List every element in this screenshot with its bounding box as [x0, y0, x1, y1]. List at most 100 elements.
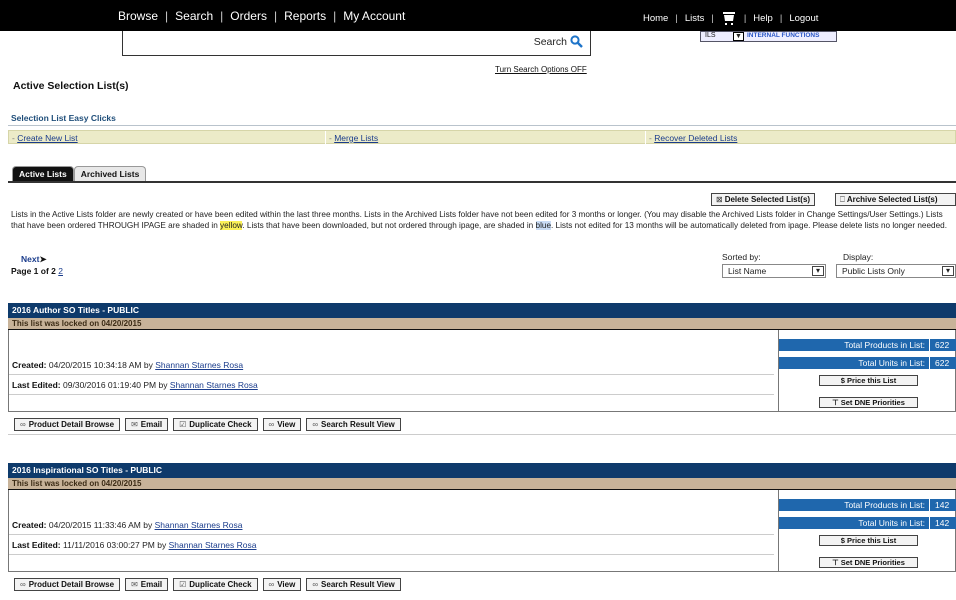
search-button[interactable]: Search	[534, 35, 583, 48]
easy-click-item: - Merge Lists	[329, 133, 379, 143]
nav-home[interactable]: Home	[643, 13, 668, 24]
nav-separator: |	[220, 9, 224, 23]
glasses-icon: ∞	[312, 420, 319, 429]
nav-separator: |	[711, 12, 714, 24]
next-page-link[interactable]: Next➤	[21, 254, 47, 265]
folder-description: Lists in the Active Lists folder are new…	[11, 210, 947, 230]
nav-orders[interactable]: Orders	[230, 9, 267, 23]
glasses-icon: ∞	[312, 580, 319, 589]
total-units-stat: Total Units in List: 622	[779, 357, 956, 369]
price-list-button[interactable]: $ Price this List	[819, 535, 918, 546]
list-details: Created: 04/20/2015 10:34:18 AM by Shann…	[8, 330, 956, 412]
list-lock-notice: This list was locked on 04/20/2015	[8, 478, 956, 490]
total-products-stat: Total Products in List: 142	[779, 499, 956, 511]
envelope-icon: ✉	[131, 420, 138, 429]
easy-click-item: - Recover Deleted Lists	[649, 133, 738, 143]
top-nav-bar: Browse | Search | Orders | Reports | My Acco…	[0, 0, 956, 31]
nav-browse[interactable]: Browse	[118, 9, 158, 23]
internal-functions-link[interactable]: INTERNAL FUNCTIONS	[747, 32, 819, 39]
nav-separator: |	[743, 12, 747, 24]
glasses-icon: ∞	[20, 580, 26, 589]
delete-selected-lists-label: Delete Selected List(s)	[724, 195, 811, 204]
create-new-list-link[interactable]: Create New List	[17, 133, 77, 143]
nav-separator: |	[165, 9, 169, 23]
page-indicator: Page 1 of 2 2	[11, 266, 63, 276]
recover-deleted-lists-link[interactable]: Recover Deleted Lists	[654, 133, 737, 143]
view-button[interactable]: ∞ View	[262, 578, 302, 591]
edited-row: Last Edited: 11/11/2016 03:00:27 PM by S…	[9, 536, 774, 555]
easy-clicks-title: Selection List Easy Clicks	[11, 113, 116, 123]
price-list-button[interactable]: $ Price this List	[819, 375, 918, 386]
nav-reports[interactable]: Reports	[284, 9, 326, 23]
glasses-icon: ∞	[268, 420, 275, 429]
total-units-value: 622	[929, 357, 954, 369]
shopping-cart-icon[interactable]	[721, 10, 737, 26]
nav-separator: |	[273, 9, 278, 23]
chevron-right-icon: ➤	[39, 254, 47, 264]
checklist-icon: ☑	[179, 420, 187, 429]
nav-my-account[interactable]: My Account	[343, 9, 405, 23]
archive-selected-lists-button[interactable]: ⎕ Archive Selected List(s)	[835, 193, 956, 206]
nav-search[interactable]: Search	[175, 9, 213, 23]
tab-archived-lists[interactable]: Archived Lists	[73, 166, 147, 181]
creator-link[interactable]: Shannan Starnes Rosa	[155, 360, 243, 370]
total-products-value: 622	[929, 339, 954, 351]
nav-help[interactable]: Help	[753, 13, 773, 24]
total-units-stat: Total Units in List: 142	[779, 517, 956, 529]
blue-highlight: blue	[535, 220, 551, 230]
view-button[interactable]: ∞ View	[262, 418, 302, 431]
email-button[interactable]: ✉ Email	[125, 578, 169, 591]
nav-separator: |	[333, 9, 337, 23]
envelope-icon: ✉	[131, 580, 138, 589]
created-row: Created: 04/20/2015 10:34:18 AM by Shann…	[9, 356, 774, 375]
main-nav: Browse | Search | Orders | Reports | My Acco…	[118, 9, 405, 23]
easy-clicks-row: - Create New List - Merge Lists - Recove…	[8, 130, 956, 144]
delete-selected-lists-button[interactable]: ⊠ Delete Selected List(s)	[711, 193, 816, 206]
nav-separator: |	[779, 12, 783, 24]
display-select-value: Public Lists Only	[842, 266, 905, 276]
list-actions: ∞ Product Detail Browse ✉ Email ☑ Duplicate…	[8, 418, 401, 432]
product-detail-browse-button[interactable]: ∞ Product Detail Browse	[14, 578, 121, 591]
search-scope-select[interactable]: ILS ▼ INTERNAL FUNCTIONS	[700, 31, 837, 42]
set-dne-priorities-button[interactable]: ⊤ Set DNE Priorities	[819, 397, 918, 408]
tabs-underline	[8, 181, 956, 183]
nav-lists[interactable]: Lists	[685, 13, 705, 24]
chevron-down-icon[interactable]: ▼	[733, 32, 744, 41]
nav-separator: |	[675, 12, 678, 24]
set-dne-priorities-button[interactable]: ⊤ Set DNE Priorities	[819, 557, 918, 568]
list-title[interactable]: 2016 Author SO Titles - PUBLIC	[8, 303, 956, 318]
created-row: Created: 04/20/2015 11:33:46 AM by Shann…	[9, 516, 774, 535]
editor-link[interactable]: Shannan Starnes Rosa	[170, 380, 258, 390]
search-result-view-button[interactable]: ∞ Search Result View	[306, 578, 401, 591]
turn-search-options-off-link[interactable]: Turn Search Options OFF	[495, 65, 587, 74]
list-stats: Total Products in List: 622 Total Units i…	[778, 330, 956, 412]
display-select[interactable]: Public Lists Only ▾	[836, 264, 956, 278]
page-title: Active Selection List(s)	[13, 80, 129, 92]
nav-logout[interactable]: Logout	[789, 13, 818, 24]
list-details: Created: 04/20/2015 11:33:46 AM by Shann…	[8, 490, 956, 572]
duplicate-check-button[interactable]: ☑ Duplicate Check	[173, 418, 258, 431]
tab-active-lists[interactable]: Active Lists	[12, 166, 74, 181]
merge-lists-link[interactable]: Merge Lists	[334, 133, 378, 143]
glasses-icon: ∞	[268, 580, 275, 589]
creator-link[interactable]: Shannan Starnes Rosa	[155, 520, 243, 530]
email-button[interactable]: ✉ Email	[125, 418, 169, 431]
list-title[interactable]: 2016 Inspirational SO Titles - PUBLIC	[8, 463, 956, 478]
list-folder-tabs: Active Lists Archived Lists	[12, 166, 147, 181]
total-products-value: 142	[929, 499, 954, 511]
search-button-label: Search	[533, 35, 567, 48]
duplicate-check-button[interactable]: ☑ Duplicate Check	[173, 578, 258, 591]
search-input[interactable]: Search	[122, 31, 591, 56]
product-detail-browse-button[interactable]: ∞ Product Detail Browse	[14, 418, 121, 431]
total-products-stat: Total Products in List: 622	[779, 339, 956, 351]
utility-nav: Home | Lists | | Help | Logout	[643, 10, 818, 26]
editor-link[interactable]: Shannan Starnes Rosa	[169, 540, 257, 550]
search-result-view-button[interactable]: ∞ Search Result View	[306, 418, 401, 431]
sort-select[interactable]: List Name ▾	[722, 264, 826, 278]
total-units-value: 142	[929, 517, 954, 529]
page-2-link[interactable]: 2	[58, 266, 63, 276]
delete-icon: ⊠	[716, 195, 723, 204]
display-label: Display:	[843, 252, 874, 262]
sorted-by-label: Sorted by:	[722, 252, 761, 262]
divider	[325, 131, 326, 144]
